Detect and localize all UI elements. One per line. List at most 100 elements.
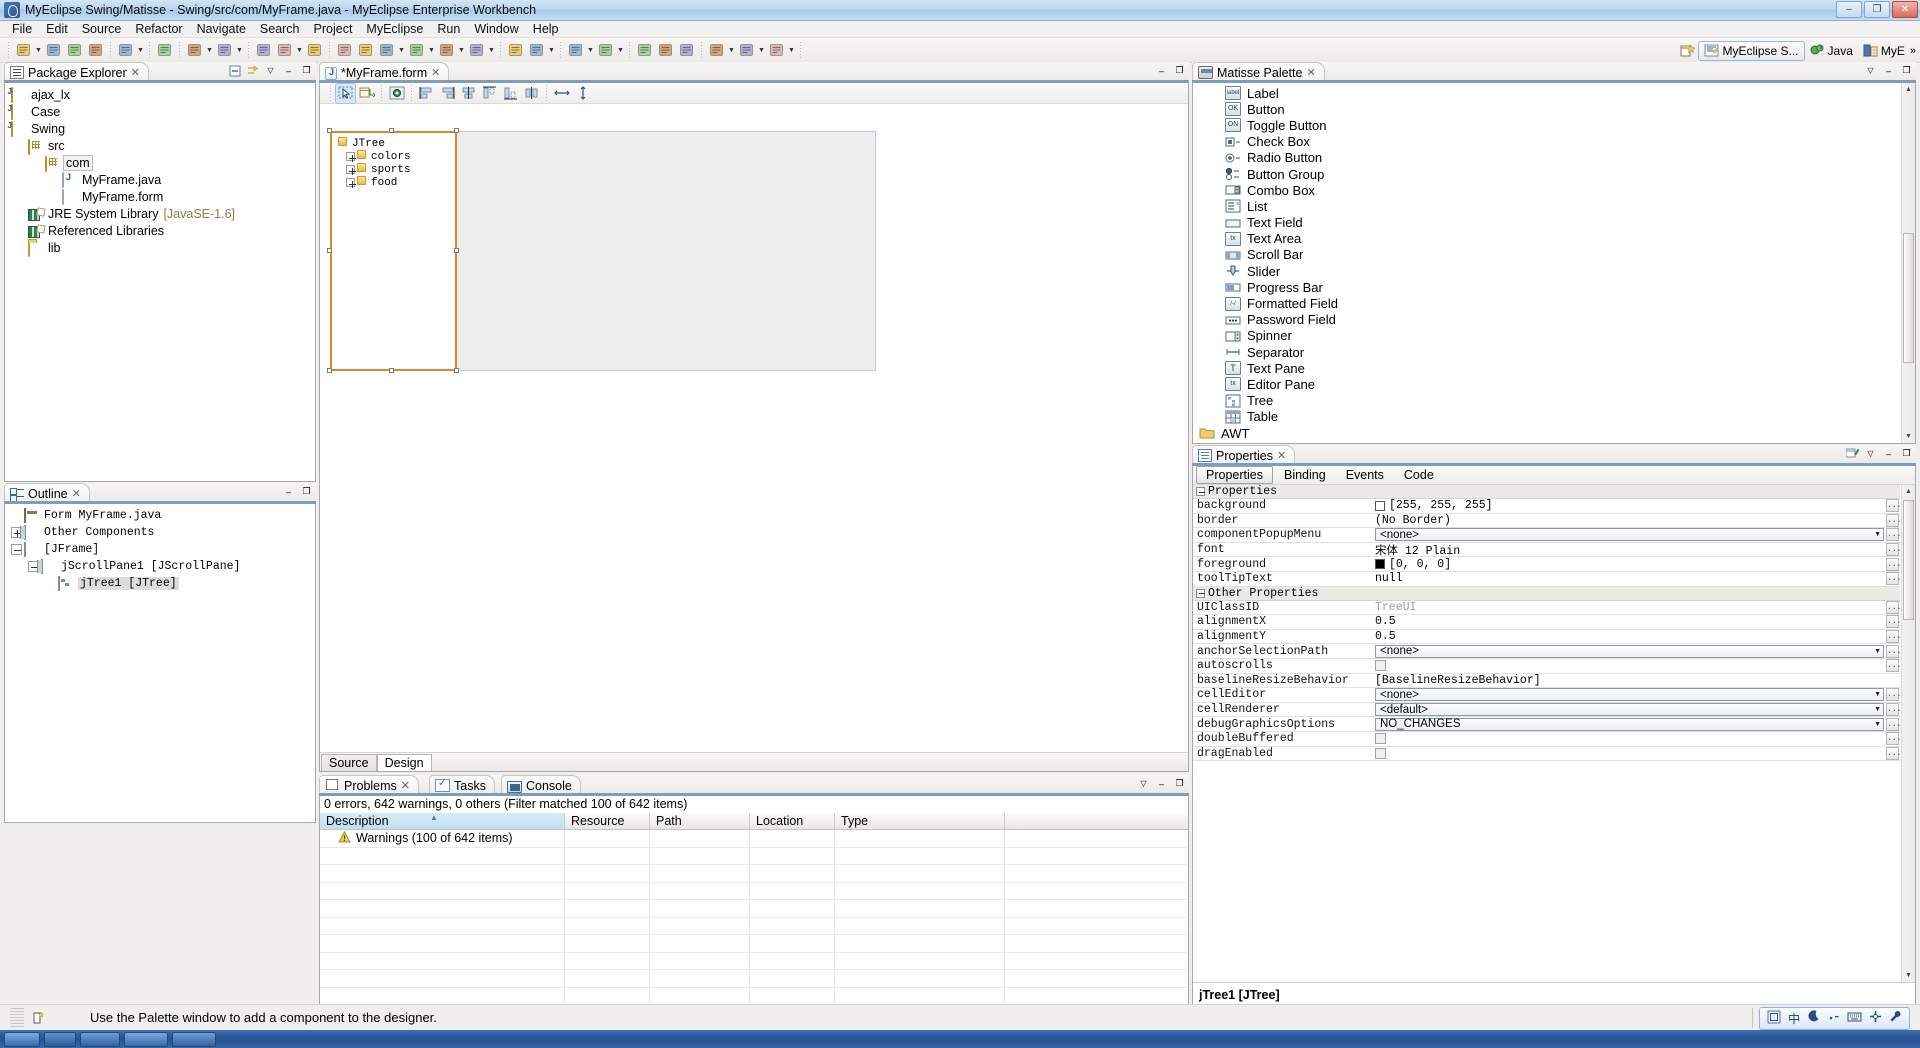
menu-search[interactable]: Search bbox=[253, 21, 307, 37]
property-row[interactable]: componentPopupMenu <none> ▼... bbox=[1193, 528, 1900, 543]
package-explorer-item[interactable]: Referenced Libraries bbox=[5, 222, 315, 239]
view-menu-icon[interactable]: ▽ bbox=[1137, 777, 1150, 790]
taskbar-item[interactable] bbox=[80, 1031, 120, 1047]
menu-myeclipse[interactable]: MyEclipse bbox=[359, 21, 430, 37]
tab-source[interactable]: Source bbox=[321, 754, 377, 771]
property-editor-button[interactable]: ... bbox=[1886, 644, 1900, 658]
tab-package-explorer[interactable]: Package Explorer ✕ bbox=[4, 62, 149, 82]
property-editor-button[interactable]: ... bbox=[1886, 513, 1900, 527]
package-explorer-item[interactable]: MyFrame.form bbox=[5, 188, 315, 205]
property-row[interactable]: doubleBuffered... bbox=[1193, 732, 1900, 747]
menu-navigate[interactable]: Navigate bbox=[190, 21, 253, 37]
tab-code[interactable]: Code bbox=[1395, 467, 1443, 483]
view-menu-icon[interactable]: ▽ bbox=[1864, 447, 1877, 460]
search-icon[interactable] bbox=[506, 41, 525, 60]
palette-body[interactable]: label Label OK Button ON Toggle Button Check B… bbox=[1192, 82, 1916, 444]
chevron-down-icon[interactable]: ▼ bbox=[487, 41, 496, 60]
property-value[interactable] bbox=[1371, 747, 1886, 759]
minimize-icon[interactable]: – bbox=[1882, 64, 1895, 77]
property-value[interactable]: [0, 0, 0] bbox=[1371, 558, 1886, 571]
problems-row[interactable]: Warnings (100 of 642 items) bbox=[320, 830, 1188, 848]
property-row[interactable]: cellRenderer <default> ▼... bbox=[1193, 703, 1900, 718]
outline-item[interactable]: [JFrame] bbox=[5, 541, 315, 558]
palette-item-tree[interactable]: Tree bbox=[1193, 393, 1915, 409]
menu-source[interactable]: Source bbox=[75, 21, 129, 37]
maximize-icon[interactable]: ❐ bbox=[300, 64, 313, 77]
palette-item-scroll-bar[interactable]: Scroll Bar bbox=[1193, 247, 1915, 263]
link-with-editor-icon[interactable] bbox=[246, 64, 259, 77]
print-icon[interactable] bbox=[86, 41, 105, 60]
property-editor-button[interactable]: ... bbox=[1886, 717, 1900, 731]
next-annotation-icon[interactable] bbox=[566, 41, 585, 60]
package-explorer-item[interactable]: lib bbox=[5, 239, 315, 257]
save-icon[interactable] bbox=[44, 41, 63, 60]
scroll-down-icon[interactable]: ▼ bbox=[1902, 430, 1915, 443]
view-menu-icon[interactable]: ▽ bbox=[264, 64, 277, 77]
connection-mode-icon[interactable] bbox=[357, 84, 376, 103]
property-editor-button[interactable]: ... bbox=[1886, 557, 1900, 571]
menu-window[interactable]: Window bbox=[467, 21, 525, 37]
property-value[interactable]: [255, 255, 255] bbox=[1371, 499, 1886, 512]
close-icon[interactable]: ✕ bbox=[401, 779, 410, 792]
property-value[interactable]: 0.5 bbox=[1371, 615, 1886, 628]
property-value[interactable]: TreeUI bbox=[1371, 601, 1886, 614]
minimize-icon[interactable]: – bbox=[1155, 64, 1168, 77]
property-checkbox[interactable] bbox=[1375, 747, 1386, 759]
resize-vertical-icon[interactable] bbox=[573, 84, 592, 103]
align-top-icon[interactable] bbox=[480, 84, 499, 103]
package-explorer-item[interactable]: JRE System Library [JavaSE-1.6] bbox=[5, 205, 315, 222]
palette-item-separator[interactable]: Separator bbox=[1193, 344, 1915, 360]
punctuation-icon[interactable] bbox=[1827, 1010, 1840, 1026]
chevron-down-icon[interactable]: ▼ bbox=[397, 41, 406, 60]
property-row[interactable]: toolTipText null... bbox=[1193, 572, 1900, 587]
prev-annotation-icon[interactable] bbox=[596, 41, 615, 60]
problems-rows[interactable]: Warnings (100 of 642 items) bbox=[320, 830, 1188, 1022]
column-path[interactable]: Path bbox=[650, 813, 750, 829]
tab-myframe-form[interactable]: *MyFrame.form ✕ bbox=[319, 62, 450, 82]
palette-item-button-group[interactable]: Button Group bbox=[1193, 166, 1915, 182]
outline-item[interactable]: jScrollPane1 [JScrollPane] bbox=[5, 558, 315, 575]
keyboard-icon[interactable] bbox=[1847, 1010, 1862, 1026]
palette-item-label[interactable]: label Label bbox=[1193, 85, 1915, 101]
taskbar-item[interactable] bbox=[124, 1031, 168, 1047]
property-value[interactable]: null bbox=[1371, 572, 1886, 585]
align-left-icon[interactable] bbox=[417, 84, 436, 103]
design-tree-node[interactable]: food bbox=[336, 176, 455, 189]
property-value[interactable]: <default> ▼ bbox=[1371, 703, 1886, 717]
toolbox-icon[interactable] bbox=[1869, 1010, 1882, 1026]
palette-item-awt[interactable]: AWT bbox=[1193, 425, 1915, 441]
chevron-down-icon[interactable]: ▼ bbox=[547, 41, 556, 60]
tab-properties[interactable]: Properties bbox=[1196, 466, 1273, 484]
taskbar-start-button[interactable] bbox=[4, 1031, 40, 1047]
properties-body[interactable]: Properties Binding Events Code Propertie… bbox=[1192, 465, 1916, 1023]
expand-icon[interactable] bbox=[346, 165, 356, 175]
property-editor-button[interactable]: ... bbox=[1886, 572, 1900, 586]
resize-handle-sw[interactable] bbox=[327, 368, 332, 373]
chevron-down-icon[interactable]: ▼ bbox=[136, 41, 145, 60]
collapse-all-icon[interactable] bbox=[228, 64, 241, 77]
resize-horizontal-icon[interactable] bbox=[552, 84, 571, 103]
perspective-overflow[interactable]: » bbox=[1910, 45, 1920, 57]
collapse-icon[interactable] bbox=[11, 544, 22, 555]
property-row[interactable]: anchorSelectionPath <none> ▼... bbox=[1193, 644, 1900, 659]
property-value[interactable]: 宋体 12 Plain bbox=[1371, 542, 1886, 558]
minimize-icon[interactable]: – bbox=[1155, 777, 1168, 790]
property-combobox[interactable]: <none> ▼ bbox=[1375, 688, 1884, 702]
close-button[interactable]: ✕ bbox=[1892, 1, 1918, 18]
align-right-icon[interactable] bbox=[438, 84, 457, 103]
tab-design[interactable]: Design bbox=[376, 754, 432, 771]
column-location[interactable]: Location bbox=[750, 813, 835, 829]
perspective-myeclipse-swing[interactable]: MyEclipse S... bbox=[1698, 40, 1805, 61]
preview-design-icon[interactable] bbox=[387, 84, 406, 103]
tab-binding[interactable]: Binding bbox=[1275, 467, 1335, 483]
minimize-icon[interactable]: – bbox=[1882, 447, 1895, 460]
chevron-down-icon[interactable]: ▼ bbox=[727, 41, 736, 60]
maximize-icon[interactable]: ❐ bbox=[300, 485, 313, 498]
menu-file[interactable]: File bbox=[5, 21, 39, 37]
property-row[interactable]: cellEditor <none> ▼... bbox=[1193, 688, 1900, 703]
outline-body[interactable]: Form MyFrame.java Other Components [JFrame… bbox=[4, 503, 316, 823]
property-row[interactable]: baselineResizeBehavior [BaselineResizeBeh… bbox=[1193, 674, 1900, 689]
column-type[interactable]: Type bbox=[835, 813, 1005, 829]
properties-scrollbar[interactable]: ▲ ▼ bbox=[1901, 485, 1915, 982]
tab-console[interactable]: Console bbox=[501, 775, 581, 795]
